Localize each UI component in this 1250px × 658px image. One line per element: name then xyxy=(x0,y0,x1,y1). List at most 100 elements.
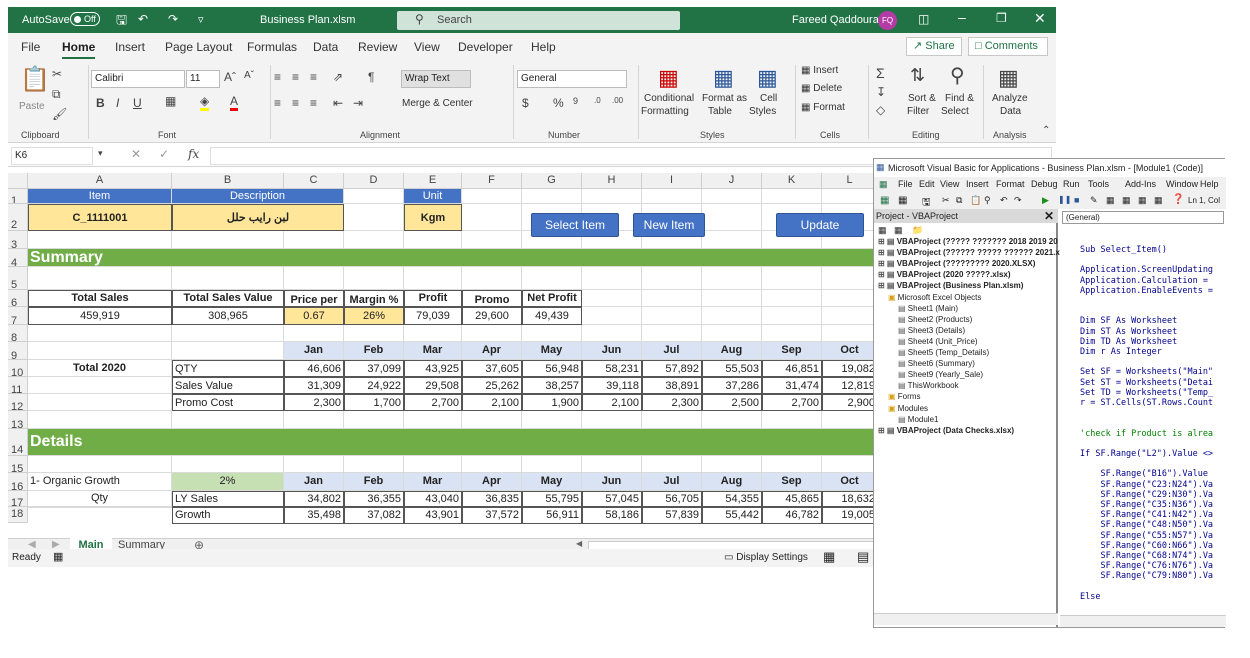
empty-cell[interactable] xyxy=(172,231,284,249)
cut-code-icon[interactable]: ✂ xyxy=(942,195,950,206)
empty-cell[interactable] xyxy=(522,456,582,473)
empty-cell[interactable] xyxy=(702,325,762,342)
object-dropdown[interactable]: (General) xyxy=(1062,211,1224,224)
empty-cell[interactable] xyxy=(462,189,522,204)
project-tree-item[interactable]: ⊞ ▤ VBAProject (2020 ?????.xlsx) xyxy=(878,270,1011,280)
empty-cell[interactable] xyxy=(762,411,822,429)
empty-cell[interactable] xyxy=(344,204,404,231)
empty-cell[interactable] xyxy=(642,290,702,307)
tab-formulas[interactable]: Formulas xyxy=(247,40,297,54)
format-table-label-2[interactable]: Table xyxy=(708,106,732,117)
metric-value[interactable]: 1,700 xyxy=(344,394,404,411)
tab-data[interactable]: Data xyxy=(313,40,338,54)
detail-value[interactable]: 34,802 xyxy=(284,491,344,507)
empty-cell[interactable] xyxy=(462,456,522,473)
empty-cell[interactable] xyxy=(28,267,172,290)
toolbox-icon[interactable]: ▦ xyxy=(1154,195,1163,206)
column-header[interactable]: B xyxy=(172,173,284,189)
merge-center-button[interactable]: Merge & Center xyxy=(402,98,473,109)
bold-icon[interactable]: B xyxy=(96,96,105,110)
empty-cell[interactable] xyxy=(582,456,642,473)
comments-button[interactable]: □ Comments xyxy=(968,37,1048,56)
insert-cells-button[interactable]: ▦ Insert xyxy=(801,65,838,76)
update-button[interactable]: Update xyxy=(776,213,864,237)
metric-value[interactable]: 24,922 xyxy=(344,377,404,394)
detail-value[interactable]: 56,705 xyxy=(642,491,702,507)
tab-home[interactable]: Home xyxy=(62,40,96,59)
find-select-label-1[interactable]: Find & xyxy=(945,93,974,104)
empty-cell[interactable] xyxy=(462,325,522,342)
currency-icon[interactable]: $ xyxy=(522,96,529,110)
column-header[interactable]: C xyxy=(284,173,344,189)
explorer-scrollbar[interactable] xyxy=(874,613,1058,625)
detail-value[interactable]: 57,839 xyxy=(642,507,702,524)
empty-cell[interactable] xyxy=(642,189,702,204)
month-header[interactable]: Oct xyxy=(822,342,878,360)
month-header[interactable]: May xyxy=(522,342,582,360)
row-header[interactable]: 2 xyxy=(8,204,28,231)
close-icon[interactable]: ✕ xyxy=(1034,10,1046,27)
column-header[interactable]: E xyxy=(404,173,462,189)
empty-cell[interactable] xyxy=(702,456,762,473)
column-header[interactable]: L xyxy=(822,173,878,189)
column-header[interactable]: H xyxy=(582,173,642,189)
project-tree-item[interactable]: ▤ Sheet2 (Products) xyxy=(898,315,972,325)
minimize-icon[interactable]: – xyxy=(958,9,966,25)
metric-value[interactable]: 46,606 xyxy=(284,360,344,377)
row-header[interactable]: 6 xyxy=(8,290,28,307)
empty-cell[interactable] xyxy=(344,267,404,290)
project-tree-item[interactable]: ⊞ ▤ VBAProject (Business Plan.xlsm) xyxy=(878,281,1023,291)
vbe-menu-format[interactable]: Format xyxy=(996,179,1025,189)
empty-cell[interactable] xyxy=(642,267,702,290)
vbe-menu-debug[interactable]: Debug xyxy=(1031,179,1058,189)
detail-value[interactable]: 55,442 xyxy=(702,507,762,524)
detail-label[interactable]: LY Sales xyxy=(172,491,284,507)
empty-cell[interactable] xyxy=(284,456,344,473)
empty-cell[interactable] xyxy=(404,411,462,429)
fill-color-icon[interactable]: ◈ xyxy=(200,94,210,111)
empty-cell[interactable] xyxy=(172,456,284,473)
paste-code-icon[interactable]: 📋 xyxy=(970,195,981,206)
empty-cell[interactable] xyxy=(284,325,344,342)
clear-icon[interactable]: ◇ xyxy=(876,103,885,117)
cell-styles-icon[interactable]: ▦ xyxy=(757,65,778,91)
tab-help[interactable]: Help xyxy=(531,40,556,54)
new-item-button[interactable]: New Item xyxy=(633,213,705,237)
vbe-menu-edit[interactable]: Edit xyxy=(919,179,935,189)
metric-value[interactable]: 31,474 xyxy=(762,377,822,394)
paste-label[interactable]: Paste xyxy=(19,101,45,112)
view-code-icon[interactable]: ▦ xyxy=(878,225,887,236)
kpi-value[interactable]: 49,439 xyxy=(522,307,582,325)
vbe-menu-run[interactable]: Run xyxy=(1063,179,1080,189)
undo-code-icon[interactable]: ↶ xyxy=(1000,195,1008,206)
empty-cell[interactable] xyxy=(404,267,462,290)
empty-cell[interactable] xyxy=(762,307,822,325)
description-header[interactable]: Description xyxy=(172,189,344,204)
row-header[interactable]: 1 xyxy=(8,189,28,204)
empty-cell[interactable] xyxy=(822,189,878,204)
kpi-header[interactable]: Profit xyxy=(404,290,462,307)
project-tree-item[interactable]: ▤ Sheet4 (Unit_Price) xyxy=(898,337,978,347)
project-explorer-icon[interactable]: ▦ xyxy=(1106,195,1115,206)
enter-icon[interactable]: ✓ xyxy=(159,147,169,161)
empty-cell[interactable] xyxy=(762,325,822,342)
empty-cell[interactable] xyxy=(28,456,172,473)
align-left-icon[interactable]: ≡ xyxy=(274,96,281,110)
empty-cell[interactable] xyxy=(522,325,582,342)
conditional-formatting-label-2[interactable]: Formatting xyxy=(641,106,689,117)
empty-cell[interactable] xyxy=(522,267,582,290)
empty-cell[interactable] xyxy=(172,411,284,429)
vbe-menu-help[interactable]: Help xyxy=(1200,179,1219,189)
project-tree-item[interactable]: ⊞ ▤ VBAProject (????? ??????? 2018 2019 … xyxy=(878,237,1058,247)
row-header[interactable]: 3 xyxy=(8,231,28,249)
project-tree-item[interactable]: ⊞ ▤ VBAProject (?????? ????? ?????? 2021… xyxy=(878,248,1062,258)
metric-label[interactable]: Sales Value xyxy=(172,377,284,394)
month-header[interactable]: Feb xyxy=(344,342,404,360)
month-header[interactable]: Jun xyxy=(582,473,642,491)
metric-value[interactable]: 38,891 xyxy=(642,377,702,394)
metric-value[interactable]: 2,900 xyxy=(822,394,878,411)
row-header[interactable]: 12 xyxy=(8,394,28,411)
empty-cell[interactable] xyxy=(284,411,344,429)
empty-cell[interactable] xyxy=(344,231,404,249)
month-header[interactable]: Sep xyxy=(762,342,822,360)
